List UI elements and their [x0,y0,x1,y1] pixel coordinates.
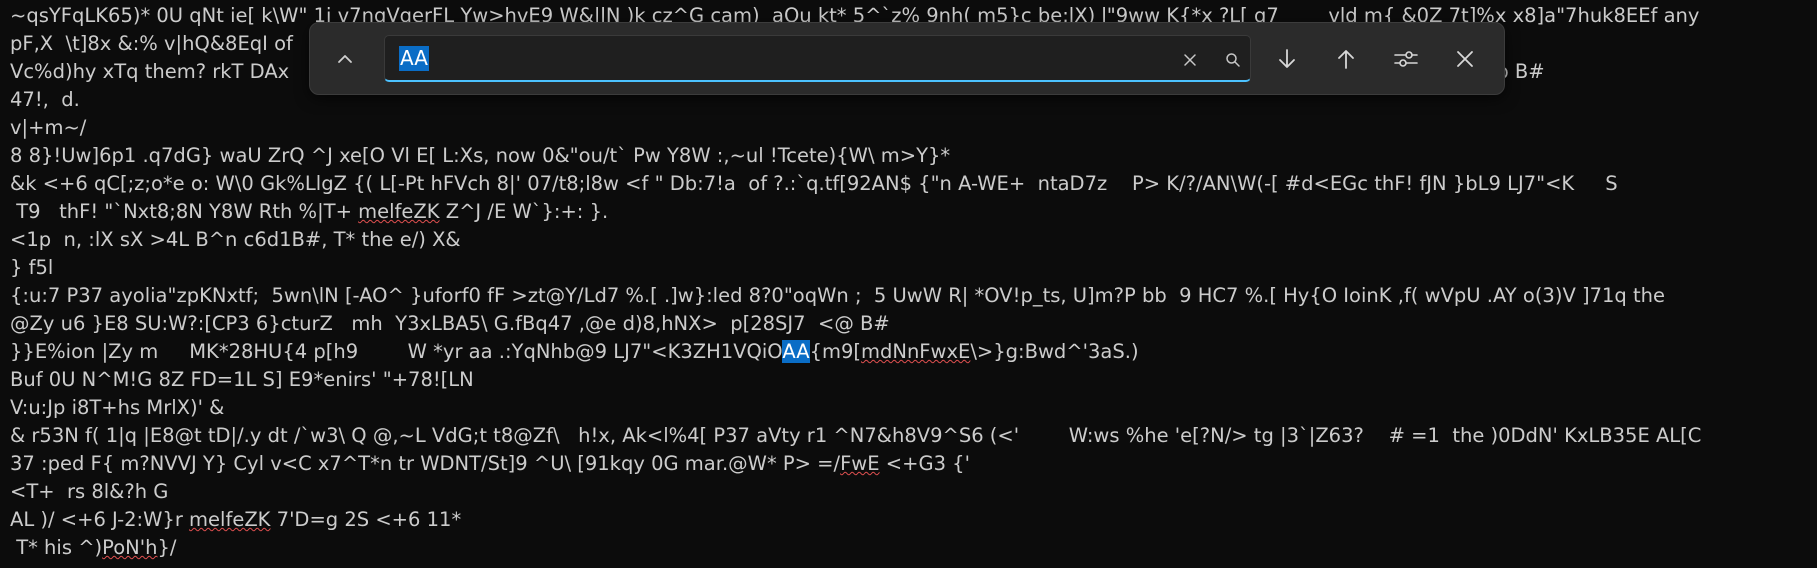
close-find-button[interactable] [1447,41,1483,77]
terminal-text: Vc%d)hy xTq them? rkT DAx [10,60,290,83]
spellcheck-word: melfeZK [358,200,440,223]
terminal-text: 8 8}!Uw]6p1 .q7dG} waU ZrQ ^J xe[O Vl E[… [10,144,951,167]
terminal-line: &k <+6 qC[;z;o*e o: W\0 Gk%LlgZ {( L[-Pt… [10,170,1817,198]
terminal-line: V:u:Jp i8T+hs MrlX)' & [10,394,1817,422]
close-icon [1457,51,1473,67]
spellcheck-word: FwE [840,452,880,475]
clear-search-button[interactable] [1172,42,1208,78]
terminal-line: 37 :ped F{ m?NVVJ Y} Cyl v<C x7^T*n tr W… [10,450,1817,478]
terminal-text: T9 thF! "`Nxt8;8N Y8W Rth %|T+ [10,200,359,223]
terminal-text: V:u:Jp i8T+hs MrlX)' & [10,396,225,419]
terminal-text: @Zy u6 }E8 SU:W?:[CP3 6}cturZ mh Y3xLBA5… [10,312,890,335]
terminal-text: & r53N f( 1|q |E8@t tD|/.y dt /`w3\ Q @,… [10,424,1702,447]
terminal-line: <1p n, :lX sX >4L B^n c6d1B#, T* the e/)… [10,226,1817,254]
terminal-text: {:u:7 P37 ayolia"zpKNxtf; 5wn\lN [-AO^ }… [10,284,1665,307]
spellcheck-word: PoN'h [102,536,158,559]
sliders-icon [1394,51,1418,67]
terminal-text: <+G3 {' [879,452,970,475]
terminal-text: AL )/ <+6 J-2:W}r [10,508,190,531]
spellcheck-word: melfeZK [189,508,271,531]
terminal-line: {:u:7 P37 ayolia"zpKNxtf; 5wn\lN [-AO^ }… [10,282,1817,310]
find-bar: AA [309,22,1505,95]
search-button[interactable] [1215,42,1251,78]
terminal-text: \>}g:Bwd^'3aS.) [970,340,1139,363]
terminal-text: } f5l [10,256,54,279]
terminal-line: } f5l [10,254,1817,282]
terminal-text: }/ [157,536,177,559]
search-options-button[interactable] [1388,41,1424,77]
close-icon [1184,54,1196,66]
terminal-text: Z^J /E W`}:+: }. [439,200,609,223]
spellcheck-word: mdNnFwxE [860,340,971,363]
terminal-line: & r53N f( 1|q |E8@t tD|/.y dt /`w3\ Q @,… [10,422,1817,450]
terminal-text: }}E%ion |Zy m MK*28HU{4 p[h9 W *yr aa .:… [10,340,783,363]
terminal-line: @Zy u6 }E8 SU:W?:[CP3 6}cturZ mh Y3xLBA5… [10,310,1817,338]
terminal-text: <1p n, :lX sX >4L B^n c6d1B#, T* the e/)… [10,228,461,251]
search-query-text: AA [399,46,429,71]
terminal-text: 7'D=g 2S <+6 11* [270,508,462,531]
search-match-highlight: AA [782,340,810,363]
terminal-text: 37 :ped F{ m?NVVJ Y} Cyl v<C x7^T*n tr W… [10,452,841,475]
search-icon [1226,53,1240,67]
terminal-text: Buf 0U N^M!G 8Z FD=1L S] E9*enirs' "+78!… [10,368,474,391]
chevron-up-icon [338,55,352,63]
terminal-line: AL )/ <+6 J-2:W}r melfeZK 7'D=g 2S <+6 1… [10,506,1817,534]
terminal-text: pF,X \t]8x &:% v|hQ&8EqI of [10,32,293,55]
previous-match-button[interactable] [1328,41,1364,77]
terminal-text: 47!, d. [10,88,80,111]
terminal-line: }}E%ion |Zy m MK*28HU{4 p[h9 W *yr aa .:… [10,338,1817,366]
terminal-line: T* his ^)PoN'h}/ [10,534,1817,562]
terminal-line: Buf 0U N^M!G 8Z FD=1L S] E9*enirs' "+78!… [10,366,1817,394]
terminal-text: <T+ rs 8l&?h G [10,480,169,503]
terminal-text: {m9[ [809,340,861,363]
search-input[interactable] [399,45,1159,71]
search-box: AA [384,35,1251,82]
terminal-text: &k <+6 qC[;z;o*e o: W\0 Gk%LlgZ {( L[-Pt… [10,172,1618,195]
terminal-line: 8 8}!Uw]6p1 .q7dG} waU ZrQ ^J xe[O Vl E[… [10,142,1817,170]
terminal-line: <T+ rs 8l&?h G [10,478,1817,506]
collapse-button[interactable] [327,41,363,77]
terminal-line: v|+m~/ [10,114,1817,142]
terminal-text: T* his ^) [10,536,103,559]
next-match-button[interactable] [1269,41,1305,77]
terminal-line: T9 thF! "`Nxt8;8N Y8W Rth %|T+ melfeZK Z… [10,198,1817,226]
arrow-down-icon [1279,49,1295,68]
terminal-text: v|+m~/ [10,116,87,139]
arrow-up-icon [1338,50,1354,69]
